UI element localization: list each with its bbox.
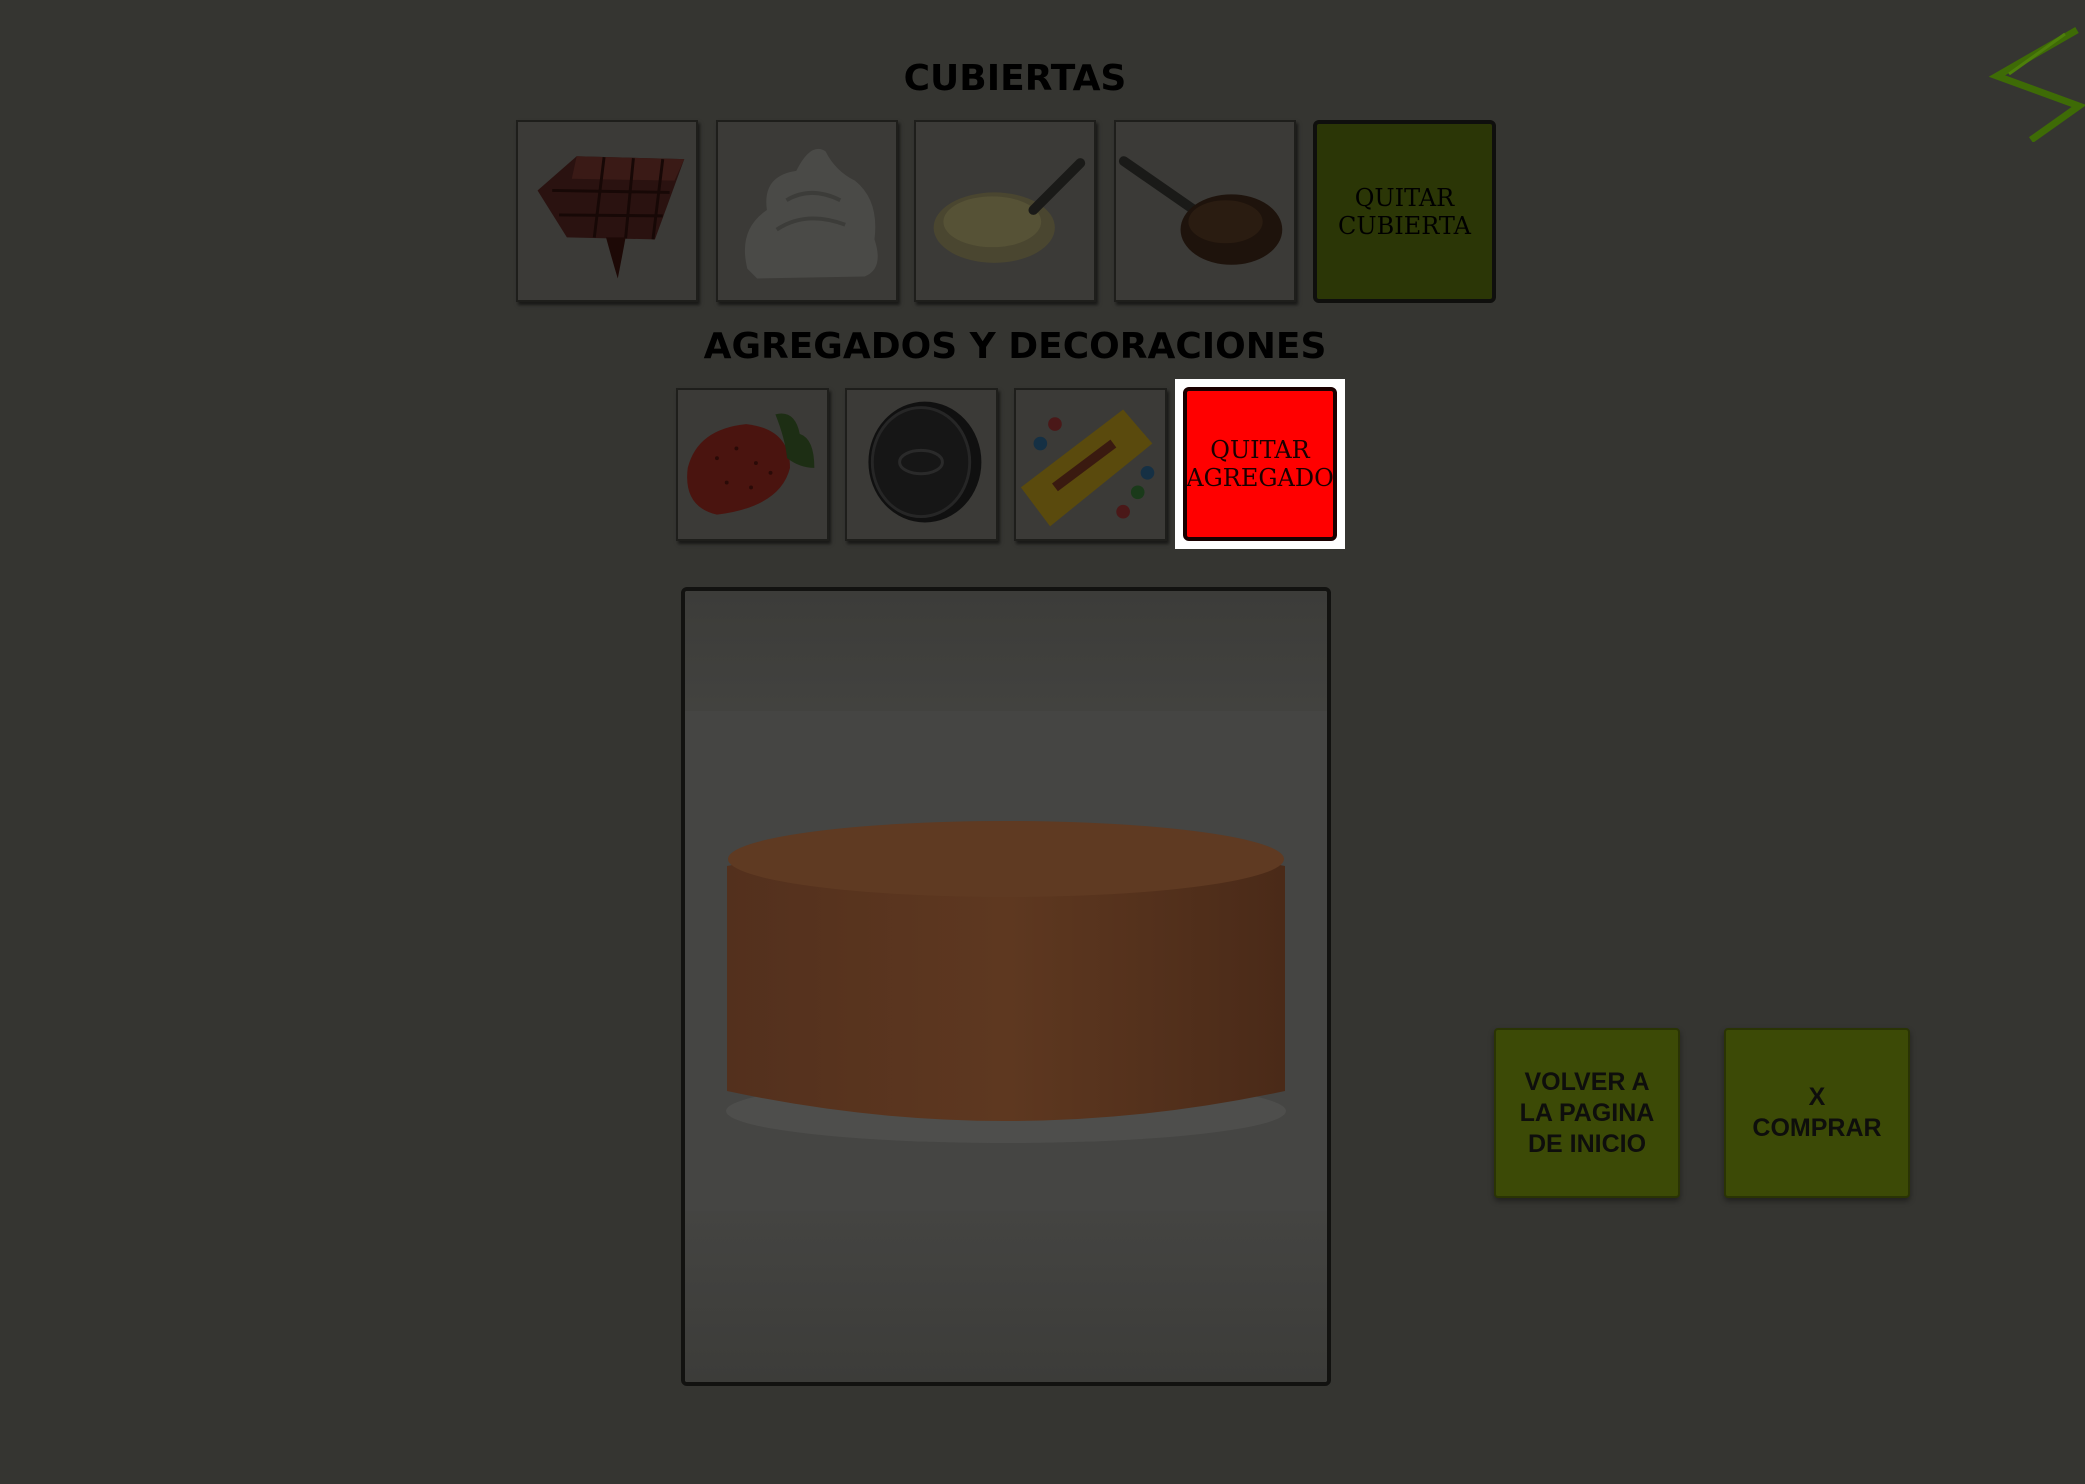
remove-addon-highlight: QUITAR AGREGADO (1175, 379, 1345, 549)
agregados-heading: AGREGADOS Y DECORACIONES (703, 326, 1327, 367)
buy-button[interactable]: X COMPRAR (1724, 1028, 1910, 1198)
addon-oreo-button[interactable] (845, 388, 998, 541)
cake-preview-icon (685, 591, 1327, 1382)
oreo-cookie-icon (847, 390, 996, 539)
custard-spoon-icon (916, 122, 1094, 300)
mm-candy-icon (1016, 390, 1165, 539)
remove-addon-button[interactable]: QUITAR AGREGADO (1183, 387, 1337, 541)
back-to-home-button[interactable]: VOLVER A LA PAGINA DE INICIO (1494, 1028, 1680, 1198)
whipped-cream-icon (718, 122, 896, 300)
chocolate-icon (518, 122, 696, 300)
topping-chocolate-button[interactable] (516, 120, 698, 302)
topping-manjar-button[interactable] (914, 120, 1096, 302)
brand-logo-icon (1985, 24, 2085, 142)
remove-topping-label: QUITAR CUBIERTA (1338, 183, 1471, 240)
cake-preview (681, 587, 1331, 1386)
cubiertas-heading: CUBIERTAS (903, 58, 1127, 99)
strawberry-icon (678, 390, 827, 539)
topping-nutella-button[interactable] (1114, 120, 1296, 302)
addon-frutilla-button[interactable] (676, 388, 829, 541)
remove-topping-button[interactable]: QUITAR CUBIERTA (1313, 120, 1496, 303)
hazelnut-spread-spoon-icon (1116, 122, 1294, 300)
remove-addon-label: QUITAR AGREGADO (1186, 436, 1334, 492)
topping-crema-button[interactable] (716, 120, 898, 302)
addon-mm-button[interactable] (1014, 388, 1167, 541)
